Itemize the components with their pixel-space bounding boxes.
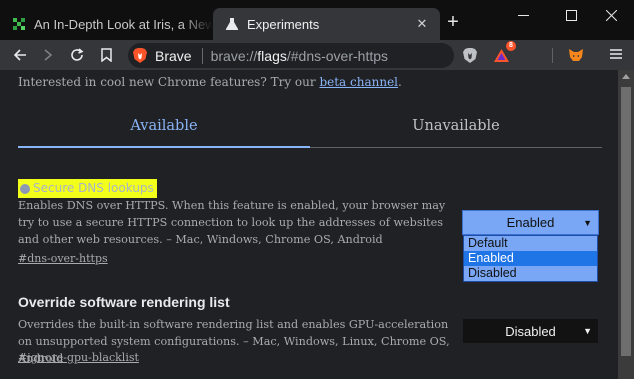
omnibox-divider <box>201 47 203 64</box>
experiment-enabled-dot-icon <box>20 183 30 194</box>
tab-strip: An In-Depth Look at Iris, a New De Exper… <box>0 0 634 40</box>
flag-description: Enables DNS over HTTPS. When this featur… <box>18 199 446 246</box>
address-bar[interactable]: Brave brave:// flags /#dns-over-https <box>128 43 454 68</box>
flags-tabs: Available Unavailable <box>18 110 602 148</box>
select-value: Disabled <box>505 323 556 339</box>
tab-close-icon[interactable]: ✕ <box>414 16 430 32</box>
metamask-fox-icon <box>569 48 583 61</box>
tab-available[interactable]: Available <box>18 110 310 148</box>
flag-title: Override software rendering list <box>18 294 230 310</box>
tab-title: Experiments <box>247 16 320 32</box>
maximize-icon <box>565 9 577 21</box>
flag-anchor-link[interactable]: #dns-over-https <box>18 252 108 265</box>
url-scheme: brave:// <box>210 47 258 64</box>
rewards-badge-count: 8 <box>506 41 516 51</box>
back-arrow-icon <box>13 49 26 61</box>
toolbar-divider <box>552 48 553 63</box>
url-host: flags <box>257 47 287 64</box>
main-menu-button[interactable] <box>606 45 626 65</box>
minimize-button[interactable] <box>500 0 546 30</box>
brave-lion-icon <box>133 48 147 63</box>
intro-sentence: Interested in cool new Chrome features? … <box>18 75 320 89</box>
flask-icon <box>225 18 239 30</box>
flag-title-highlighted: Secure DNS lookups <box>18 179 157 198</box>
page-scrollbar[interactable] <box>618 70 634 379</box>
forward-button[interactable] <box>38 45 58 65</box>
tab-unavailable[interactable]: Unavailable <box>310 110 602 148</box>
scroll-up-arrow-icon[interactable] <box>622 74 630 79</box>
dropdown-option-disabled[interactable]: Disabled <box>464 266 597 281</box>
close-icon <box>605 9 617 21</box>
dropdown-caret-icon: ▼ <box>583 326 592 336</box>
flag-title-text: Secure DNS lookups <box>33 181 154 195</box>
browser-toolbar: Brave brave:// flags /#dns-over-https 8 <box>0 40 634 70</box>
browser-tab-experiments[interactable]: Experiments ✕ <box>213 8 440 40</box>
flag-state-select[interactable]: Enabled ▼ <box>462 210 599 235</box>
reload-button[interactable] <box>67 45 87 65</box>
new-tab-button[interactable]: + <box>442 11 464 33</box>
dropdown-option-default[interactable]: Default <box>464 236 597 251</box>
url-path: /#dns-over-https <box>286 47 389 64</box>
flag-state-dropdown-list: Default Enabled Disabled <box>463 235 598 282</box>
flags-page: Interested in cool new Chrome features? … <box>0 70 618 379</box>
flag-anchor-link[interactable]: #ignore-gpu-blacklist <box>18 351 139 364</box>
metamask-extension-button[interactable] <box>566 45 586 65</box>
intro-period: . <box>398 75 402 89</box>
minimize-icon <box>517 14 529 16</box>
bookmark-icon <box>100 48 112 62</box>
dropdown-option-enabled[interactable]: Enabled <box>464 251 597 266</box>
tab-title: An In-Depth Look at Iris, a New De <box>34 16 213 32</box>
hamburger-menu-icon <box>610 49 622 59</box>
beta-channel-link[interactable]: beta channel <box>319 75 398 89</box>
brave-shields-icon <box>463 47 477 63</box>
close-window-button[interactable] <box>588 0 634 30</box>
brave-shields-button[interactable] <box>460 45 480 65</box>
intro-text: Interested in cool new Chrome features? … <box>18 75 402 89</box>
scrollbar-thumb[interactable] <box>621 87 631 356</box>
dropdown-caret-icon: ▼ <box>583 218 592 228</box>
back-button[interactable] <box>10 45 30 65</box>
select-value: Enabled <box>506 215 555 230</box>
reload-icon <box>71 48 84 61</box>
browser-tab-iris-article[interactable]: An In-Depth Look at Iris, a New De <box>0 8 213 40</box>
bookmark-button[interactable] <box>96 45 116 65</box>
omnibox-brand-label: Brave <box>155 47 192 64</box>
green-grid-favicon <box>12 17 26 31</box>
forward-arrow-icon <box>44 49 53 61</box>
flag-state-select[interactable]: Disabled ▼ <box>463 319 598 343</box>
